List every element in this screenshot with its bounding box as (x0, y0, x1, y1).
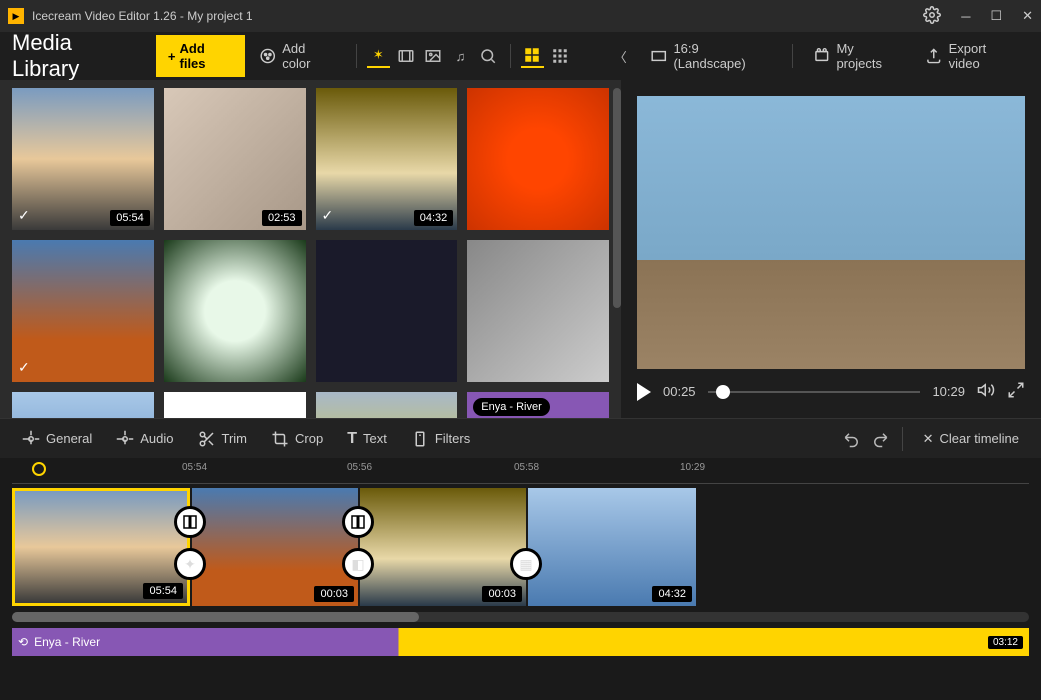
filter-video-icon[interactable] (394, 44, 417, 68)
audio-clip-title: Enya - River (34, 635, 100, 649)
view-grid-large-icon[interactable] (521, 44, 544, 68)
filter-all-icon[interactable]: ✶ (367, 44, 390, 68)
app-logo: ▶ (8, 8, 24, 24)
filter-image-icon[interactable] (421, 44, 444, 68)
close-button[interactable]: ✕ (1022, 8, 1033, 24)
transition-icon[interactable] (174, 506, 206, 538)
thumbnail-duration: 05:54 (110, 210, 150, 226)
media-thumbnail[interactable] (316, 392, 458, 419)
add-files-button[interactable]: +Add files (156, 35, 245, 77)
window-title: Icecream Video Editor 1.26 - My project … (32, 9, 923, 23)
playback-slider[interactable] (708, 391, 921, 393)
filter-audio-icon[interactable]: ♫ (449, 44, 472, 68)
audio-title: Enya - River (473, 398, 550, 416)
clip-duration: 05:54 (143, 583, 183, 599)
undo-button[interactable] (840, 427, 864, 451)
media-thumbnail[interactable]: Enya - River (467, 392, 609, 419)
check-icon: ✓ (322, 207, 334, 224)
time-total: 10:29 (932, 384, 965, 399)
effect-icon[interactable]: ✦ (174, 548, 206, 580)
export-video-button[interactable]: Export video (915, 35, 1029, 77)
timeline-clip[interactable]: 00:03 (192, 488, 358, 606)
audio-clip-duration: 03:12 (988, 636, 1023, 649)
transition-icon[interactable] (342, 506, 374, 538)
view-grid-small-icon[interactable] (548, 44, 571, 68)
general-tool[interactable]: General (12, 424, 102, 454)
trim-tool[interactable]: Trim (188, 424, 258, 454)
audio-tool[interactable]: Audio (106, 424, 183, 454)
media-thumbnail[interactable] (164, 392, 306, 419)
effect-icon[interactable]: ▦ (510, 548, 542, 580)
text-icon: T (347, 430, 357, 448)
playhead[interactable] (32, 462, 46, 476)
check-icon: ✓ (18, 359, 30, 376)
thumbnail-duration: 04:32 (414, 210, 454, 226)
preview-panel: 00:25 10:29 (621, 80, 1041, 418)
fullscreen-icon[interactable] (1007, 381, 1025, 402)
timeline-ruler[interactable]: 05:54 05:56 05:58 10:29 (12, 462, 1029, 484)
settings-icon[interactable] (923, 6, 941, 27)
my-projects-button[interactable]: My projects (803, 35, 911, 77)
add-color-button[interactable]: Add color (249, 35, 346, 77)
collapse-icon[interactable]: 〈 (609, 44, 632, 68)
timeline-clip[interactable]: 00:03 (360, 488, 526, 606)
search-icon[interactable] (476, 44, 499, 68)
library-title: Media Library (12, 30, 142, 82)
audio-clip[interactable]: ⟲ Enya - River 03:12 (12, 628, 1029, 656)
library-scrollbar[interactable] (613, 88, 621, 308)
loop-icon: ⟲ (18, 635, 28, 649)
redo-button[interactable] (868, 427, 892, 451)
media-library: 05:54 ✓ 02:53 04:32 ✓ ✓ Enya - River (0, 80, 621, 418)
timeline-scrollbar[interactable] (12, 612, 1029, 622)
media-thumbnail[interactable] (467, 240, 609, 382)
media-thumbnail[interactable] (12, 392, 154, 419)
play-button[interactable] (637, 383, 651, 401)
slider-knob[interactable] (716, 385, 730, 399)
media-thumbnail[interactable]: ✓ (12, 240, 154, 382)
time-current: 00:25 (663, 384, 696, 399)
clip-duration: 04:32 (652, 586, 692, 602)
minimize-button[interactable]: ─ (961, 9, 970, 24)
timeline-clip[interactable]: 04:32 (528, 488, 696, 606)
thumbnail-duration: 02:53 (262, 210, 302, 226)
close-icon: ✕ (923, 431, 934, 447)
text-tool[interactable]: TText (337, 424, 397, 454)
media-thumbnail[interactable] (164, 240, 306, 382)
media-thumbnail[interactable] (467, 88, 609, 230)
timeline-clip[interactable]: 05:54 (12, 488, 190, 606)
maximize-button[interactable]: ☐ (990, 8, 1002, 24)
plus-icon: + (168, 49, 176, 64)
check-icon: ✓ (18, 207, 30, 224)
crop-tool[interactable]: Crop (261, 424, 333, 454)
filters-tool[interactable]: Filters (401, 424, 480, 454)
clip-duration: 00:03 (482, 586, 522, 602)
preview-image[interactable] (637, 96, 1025, 369)
media-thumbnail[interactable]: 02:53 (164, 88, 306, 230)
volume-icon[interactable] (977, 381, 995, 402)
aspect-ratio-button[interactable]: 16:9 (Landscape) (640, 35, 782, 77)
clear-timeline-button[interactable]: ✕Clear timeline (913, 425, 1029, 453)
media-thumbnail[interactable] (316, 240, 458, 382)
clip-duration: 00:03 (314, 586, 354, 602)
effect-icon[interactable]: ◧ (342, 548, 374, 580)
timeline: 05:54 05:56 05:58 10:29 ✦ ◧ ▦ 05:54 00:03… (0, 458, 1041, 660)
media-thumbnail[interactable]: 05:54 ✓ (12, 88, 154, 230)
media-thumbnail[interactable]: 04:32 ✓ (316, 88, 458, 230)
